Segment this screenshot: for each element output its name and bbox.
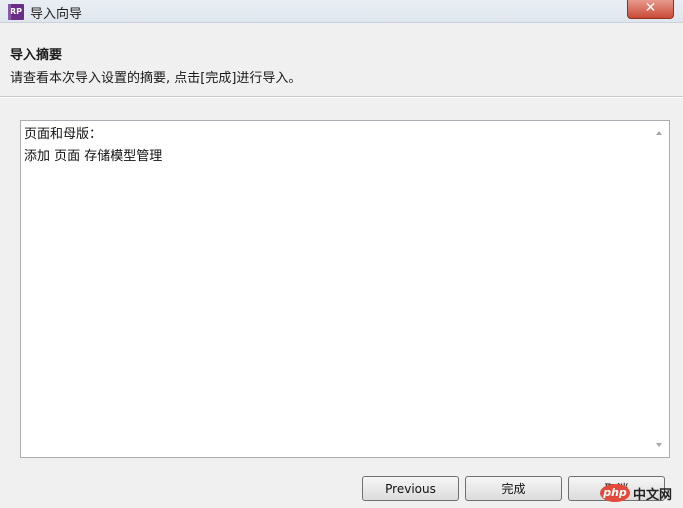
title-bar: RP 导入向导 ✕ <box>0 0 683 23</box>
header-divider-highlight <box>0 97 683 98</box>
close-button[interactable]: ✕ <box>627 0 674 19</box>
summary-content: 页面和母版： 添加 页面 存储模型管理 <box>24 124 644 168</box>
window-title: 导入向导 <box>30 7 83 22</box>
summary-line: 页面和母版： <box>24 127 103 142</box>
scroll-up-arrow-icon[interactable] <box>656 131 662 135</box>
watermark: php 中文网 <box>600 482 672 504</box>
previous-button[interactable]: Previous <box>362 476 459 501</box>
vertical-scrollbar[interactable] <box>651 122 668 456</box>
finish-button[interactable]: 完成 <box>465 476 562 501</box>
page-description: 请查看本次导入设置的摘要, 点击[完成]进行导入。 <box>10 71 302 86</box>
page-title: 导入摘要 <box>10 48 63 63</box>
wizard-header: 导入摘要 请查看本次导入设置的摘要, 点击[完成]进行导入。 <box>0 30 683 86</box>
watermark-text: 中文网 <box>633 487 673 503</box>
summary-line: 添加 页面 存储模型管理 <box>24 149 163 164</box>
app-icon: RP <box>8 4 24 20</box>
summary-textbox[interactable]: 页面和母版： 添加 页面 存储模型管理 <box>20 120 670 458</box>
scroll-down-arrow-icon[interactable] <box>656 443 662 447</box>
php-logo-icon: php <box>600 484 630 502</box>
import-wizard-window: RP 导入向导 ✕ 导入摘要 请查看本次导入设置的摘要, 点击[完成]进行导入。… <box>0 0 683 508</box>
